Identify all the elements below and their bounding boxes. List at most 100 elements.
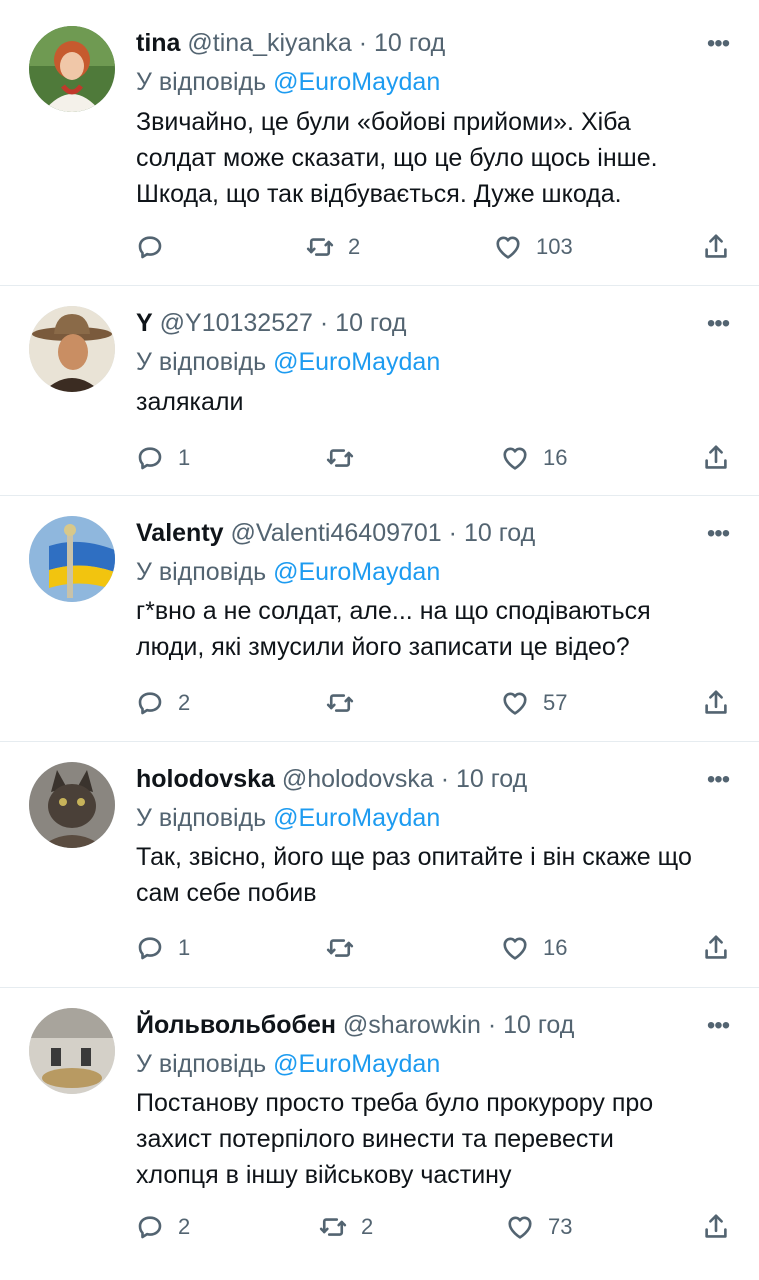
- retweet-icon: [326, 694, 354, 712]
- like-count: 73: [548, 1214, 573, 1239]
- reply-button[interactable]: [135, 230, 178, 264]
- reply-button[interactable]: 1: [135, 441, 190, 475]
- more-options-icon[interactable]: •••: [702, 1010, 734, 1042]
- like-button[interactable]: 16: [500, 931, 567, 965]
- action-bar: 1 16: [0, 441, 759, 475]
- reply-prefix: У відповідь: [136, 348, 267, 376]
- heart-icon: [503, 447, 527, 470]
- action-bar: 2 57: [0, 686, 759, 720]
- mention-link[interactable]: @EuroMaydan: [273, 348, 440, 376]
- more-options-icon[interactable]: •••: [702, 518, 734, 550]
- share-button[interactable]: [701, 1210, 731, 1244]
- reply-prefix: У відповідь: [136, 68, 267, 96]
- retweet-count: 2: [361, 1214, 374, 1239]
- share-button[interactable]: [701, 686, 731, 720]
- reply-button[interactable]: 2: [135, 686, 190, 720]
- reply-button[interactable]: 1: [135, 931, 190, 965]
- tweet[interactable]: holodovska @holodovska · 10 год ••• У ві…: [0, 742, 759, 988]
- reply-to-line: У відповідь @EuroMaydan: [136, 345, 440, 379]
- reply-icon: [138, 236, 162, 259]
- retweet-button[interactable]: 2: [305, 230, 360, 264]
- reply-to-line: У відповідь @EuroMaydan: [136, 65, 440, 99]
- reply-icon: [138, 447, 162, 470]
- tweet-text: Так, звісно, його ще раз опитайте і він …: [136, 843, 692, 907]
- like-button[interactable]: 57: [500, 686, 567, 720]
- retweet-icon: [326, 449, 354, 467]
- woman-portrait-avatar[interactable]: [29, 26, 115, 112]
- share-icon: [705, 935, 727, 959]
- reply-to-line: У відповідь @EuroMaydan: [136, 555, 440, 589]
- reply-icon: [138, 937, 162, 960]
- cowboy-avatar[interactable]: [29, 306, 115, 392]
- tweet-header: Йольвольбобен @sharowkin · 10 год: [136, 1008, 574, 1042]
- reply-count: 1: [178, 935, 191, 960]
- tweet[interactable]: Y @Y10132527 · 10 год ••• У відповідь @E…: [0, 286, 759, 496]
- mention-link[interactable]: @EuroMaydan: [273, 804, 440, 832]
- heart-icon: [503, 937, 527, 960]
- retweet-icon: [306, 238, 334, 256]
- tweet[interactable]: tina @tina_kiyanka · 10 год ••• У відпов…: [0, 0, 759, 286]
- mention-link[interactable]: @EuroMaydan: [273, 1050, 440, 1078]
- separator-dot: ·: [448, 519, 457, 547]
- reply-to-line: У відповідь @EuroMaydan: [136, 1047, 440, 1081]
- tweet-header: tina @tina_kiyanka · 10 год: [136, 26, 445, 60]
- more-options-icon[interactable]: •••: [702, 308, 734, 340]
- author-handle[interactable]: @Valenti46409701: [231, 519, 442, 547]
- tweet[interactable]: Valenty @Valenti46409701 · 10 год ••• У …: [0, 496, 759, 742]
- tweet-text: Звичайно, це були «бойові прийоми». Хіба…: [136, 108, 658, 208]
- retweet-button[interactable]: [325, 441, 368, 475]
- tweet-header: Valenty @Valenti46409701 · 10 год: [136, 516, 535, 550]
- share-button[interactable]: [701, 931, 731, 965]
- action-bar: 2 2 73: [0, 1210, 759, 1244]
- timestamp[interactable]: 10 год: [464, 519, 535, 547]
- retweet-button[interactable]: [325, 931, 368, 965]
- tweet-header: Y @Y10132527 · 10 год: [136, 306, 406, 340]
- separator-dot: ·: [487, 1011, 497, 1039]
- tweet-text: г*вно а не солдат, але... на що сподіваю…: [136, 597, 651, 661]
- tweet[interactable]: Йольвольбобен @sharowkin · 10 год ••• У …: [0, 988, 759, 1280]
- author-name[interactable]: holodovska: [136, 765, 275, 793]
- mention-link[interactable]: @EuroMaydan: [273, 68, 440, 96]
- timestamp[interactable]: 10 год: [335, 309, 406, 337]
- like-button[interactable]: 16: [500, 441, 567, 475]
- author-name[interactable]: Valenty: [136, 519, 224, 547]
- share-icon: [705, 1214, 727, 1238]
- retweet-button[interactable]: 2: [318, 1210, 373, 1244]
- heart-icon: [496, 236, 520, 259]
- share-button[interactable]: [701, 230, 731, 264]
- reply-count: 1: [178, 445, 191, 470]
- more-options-icon[interactable]: •••: [702, 764, 734, 796]
- reply-prefix: У відповідь: [136, 558, 267, 586]
- reply-count: 2: [178, 690, 191, 715]
- more-options-icon[interactable]: •••: [702, 28, 734, 60]
- like-count: 16: [543, 935, 568, 960]
- share-icon: [705, 445, 727, 469]
- timestamp[interactable]: 10 год: [503, 1011, 574, 1039]
- timestamp[interactable]: 10 год: [456, 765, 527, 793]
- reply-prefix: У відповідь: [136, 1050, 267, 1078]
- reply-to-line: У відповідь @EuroMaydan: [136, 801, 440, 835]
- author-name[interactable]: Йольвольбобен: [136, 1011, 336, 1039]
- share-button[interactable]: [701, 441, 731, 475]
- separator-dot: ·: [319, 309, 329, 337]
- author-handle[interactable]: @tina_kiyanka: [187, 29, 351, 57]
- ukraine-flag-monument-avatar[interactable]: [29, 516, 115, 602]
- reply-button[interactable]: 2: [135, 1210, 190, 1244]
- reply-icon: [138, 692, 162, 715]
- author-name[interactable]: Y: [136, 309, 153, 337]
- reply-icon: [138, 1216, 162, 1239]
- photo-avatar[interactable]: [29, 1008, 115, 1094]
- like-button[interactable]: 73: [505, 1210, 572, 1244]
- retweet-count: 2: [348, 234, 361, 259]
- heart-icon: [508, 1216, 532, 1239]
- author-handle[interactable]: @Y10132527: [160, 309, 313, 337]
- like-button[interactable]: 103: [493, 230, 573, 264]
- author-handle[interactable]: @holodovska: [282, 765, 434, 793]
- author-name[interactable]: tina: [136, 29, 180, 57]
- retweet-button[interactable]: [325, 686, 368, 720]
- mention-link[interactable]: @EuroMaydan: [273, 558, 440, 586]
- tweet-text: залякали: [136, 388, 244, 416]
- author-handle[interactable]: @sharowkin: [343, 1011, 481, 1039]
- cat-avatar[interactable]: [29, 762, 115, 848]
- timestamp[interactable]: 10 год: [374, 29, 445, 57]
